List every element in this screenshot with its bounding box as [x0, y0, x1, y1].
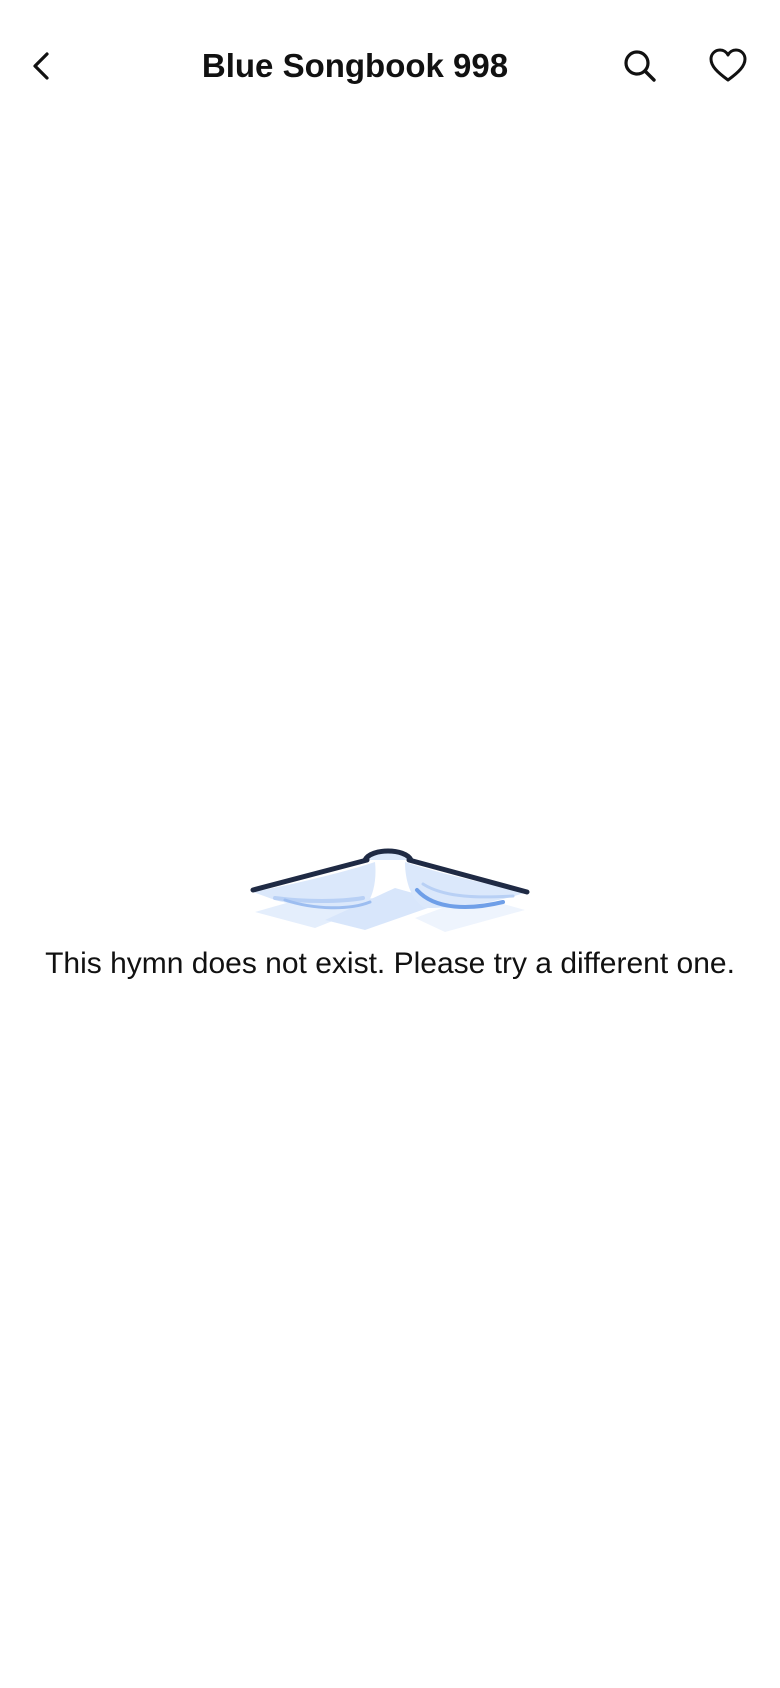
page-title: Blue Songbook 998 [201, 47, 509, 84]
chevron-left-icon [33, 52, 49, 80]
empty-state-message: This hymn does not exist. Please try a d… [45, 947, 735, 980]
top-app-bar: Blue Songbook 998 [0, 0, 780, 132]
back-button[interactable] [10, 34, 74, 98]
favorite-button[interactable] [696, 34, 760, 98]
search-icon [624, 50, 656, 82]
search-button[interactable] [608, 34, 672, 98]
heart-icon [709, 48, 747, 82]
open-book-icon [245, 840, 535, 940]
